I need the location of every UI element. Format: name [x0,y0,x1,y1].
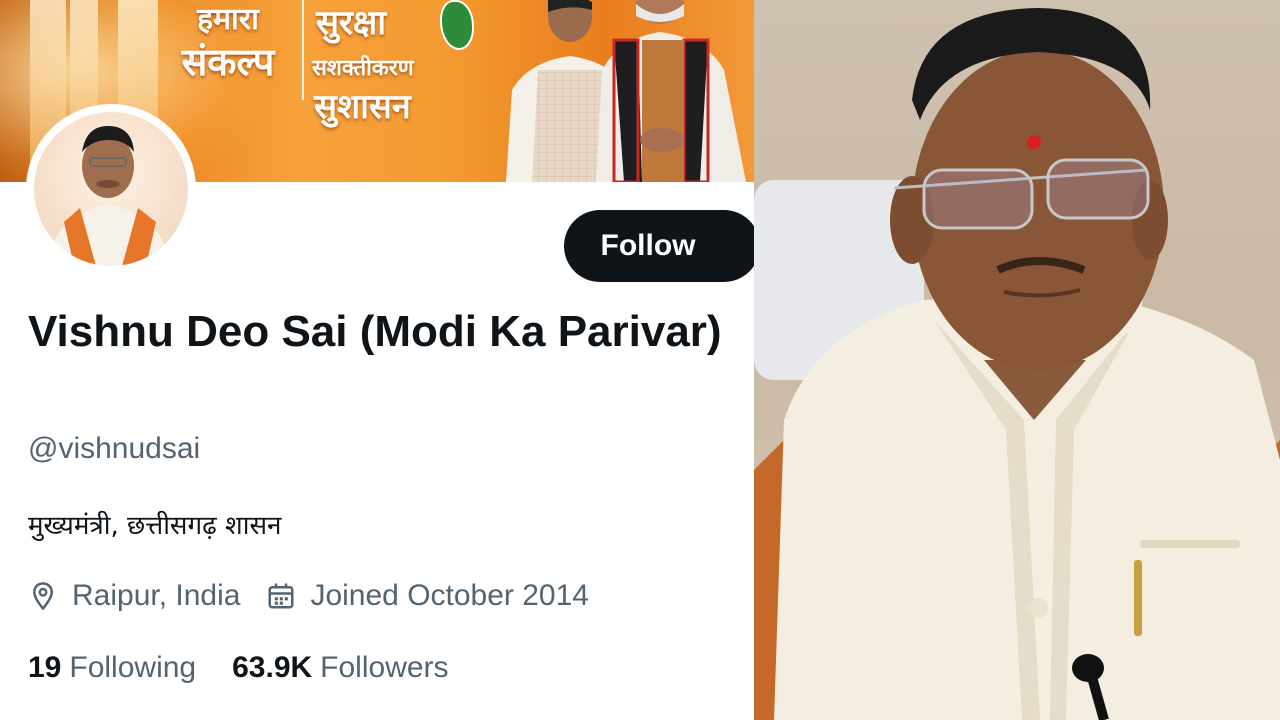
location-pin-icon [32,582,54,611]
portrait-illustration [754,8,1280,720]
profile-meta: Raipur, India Joined October 2014 [28,576,615,616]
banner-line-sashaktikaran: सशक्तीकरण [312,56,414,81]
banner-line-sankalp: संकल्प [181,40,275,84]
banner-person-right [596,0,746,182]
profile-joined-date: Joined October 2014 [310,579,589,612]
profile-location: Raipur, India [72,579,241,612]
banner-line-sushasan: सुशासन [314,87,411,127]
profile-stats: 19 Following 63.9K Followers [28,646,485,690]
banner-line-hamara: हमारा [197,2,259,37]
profile-handle: @vishnudsai [28,432,201,465]
followers-link[interactable]: Followers [320,651,448,685]
profile-bio: मुख्यमंत्री, छत्तीसगढ़ शासन [28,511,282,541]
avatar[interactable] [34,112,188,266]
follow-button[interactable]: Follow [564,210,754,282]
followers-count[interactable]: 63.9K [232,651,312,685]
banner-line-suraksha: सुरक्षा [316,3,387,43]
profile-panel: हमारा संकल्प सुरक्षा सशक्तीकरण सुशासन Fo… [0,0,754,720]
banner-slogan-left: हमारा संकल्प [158,0,298,84]
state-map-icon [440,0,474,50]
avatar-portrait [48,126,170,266]
portrait-photo [754,0,1280,720]
following-link[interactable]: Following [69,651,196,685]
calendar-icon [268,583,294,609]
profile-display-name: Vishnu Deo Sai (Modi Ka Parivar) [28,307,722,356]
following-count[interactable]: 19 [28,651,61,685]
